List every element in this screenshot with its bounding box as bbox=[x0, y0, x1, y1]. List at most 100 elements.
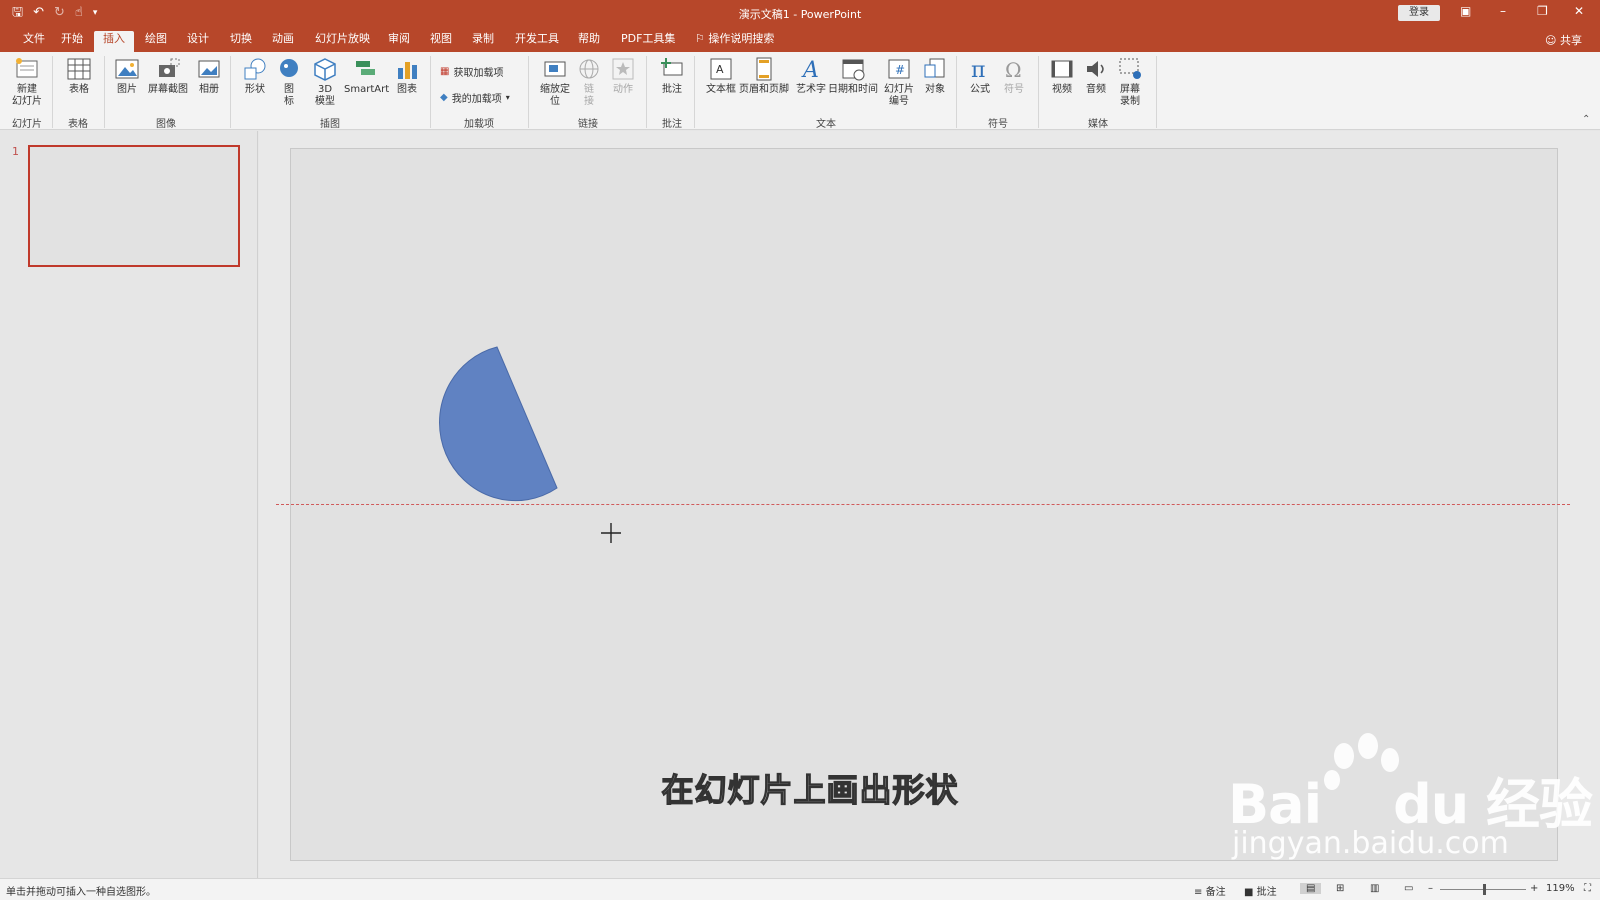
ribbon-tabs: 文件 开始 插入 绘图 设计 切换 动画 幻灯片放映 审阅 视图 录制 开发工具… bbox=[0, 26, 1600, 52]
minimize-icon[interactable]: – bbox=[1500, 4, 1506, 18]
ribbon-insert: 新建 幻灯片 表格 图片 屏幕截图 相册 形状 图 标 3D 模型 SmartA… bbox=[0, 52, 1600, 130]
star-icon bbox=[612, 58, 634, 80]
action-button[interactable]: 动作 bbox=[608, 56, 638, 96]
group-separator bbox=[646, 56, 647, 128]
header-footer-button[interactable]: 页眉和页脚 bbox=[738, 56, 790, 96]
normal-view-icon[interactable]: ▤ bbox=[1300, 883, 1322, 894]
chart-icon bbox=[398, 62, 417, 79]
picture-icon bbox=[115, 59, 139, 79]
group-label-symbols: 符号 bbox=[988, 119, 1008, 130]
zoom-in-icon[interactable]: + bbox=[1530, 883, 1538, 894]
tab-pdf-tools[interactable]: PDF工具集 bbox=[612, 31, 684, 52]
speaker-icon bbox=[1087, 61, 1104, 77]
tab-animations[interactable]: 动画 bbox=[263, 31, 303, 52]
status-bar: 单击并拖动可插入一种自选图形。 ≡ 备注 ■ 批注 ▤ ⊞ ▥ ▭ – + 11… bbox=[0, 878, 1600, 900]
svg-text:A: A bbox=[716, 63, 724, 76]
textbox-icon: A bbox=[710, 58, 732, 80]
3d-model-button[interactable]: 3D 模型 bbox=[310, 56, 340, 108]
icons-icon bbox=[280, 59, 298, 77]
slideshow-icon[interactable]: ▭ bbox=[1404, 883, 1413, 894]
get-addins-button[interactable]: ▦ 获取加载项 bbox=[440, 64, 503, 79]
tab-record[interactable]: 录制 bbox=[463, 31, 503, 52]
zoom-level[interactable]: 119% bbox=[1546, 883, 1575, 894]
cube-icon bbox=[314, 58, 336, 81]
video-button[interactable]: 视频 bbox=[1048, 56, 1076, 96]
album-button[interactable]: 相册 bbox=[194, 56, 224, 96]
collapse-ribbon-icon[interactable]: ⌃ bbox=[1582, 114, 1590, 125]
close-icon[interactable]: ✕ bbox=[1574, 4, 1584, 18]
reading-view-icon[interactable]: ▥ bbox=[1370, 883, 1379, 894]
datetime-button[interactable]: 日期和时间 bbox=[828, 56, 878, 96]
group-label-tables: 表格 bbox=[68, 119, 88, 130]
new-slide-icon bbox=[16, 58, 38, 78]
tab-review[interactable]: 审阅 bbox=[379, 31, 419, 52]
zoom-out-icon[interactable]: – bbox=[1428, 883, 1433, 894]
equation-button[interactable]: π 公式 bbox=[966, 56, 994, 96]
lightbulb-icon: ⚐ bbox=[695, 32, 705, 45]
tab-insert[interactable]: 插入 bbox=[94, 31, 134, 52]
chart-button[interactable]: 图表 bbox=[392, 56, 422, 96]
share-button[interactable]: ☺ 共享 bbox=[1545, 32, 1582, 48]
tab-transitions[interactable]: 切换 bbox=[221, 31, 261, 52]
screen-recording-button[interactable]: 屏幕 录制 bbox=[1114, 56, 1146, 108]
notes-button[interactable]: ≡ 备注 bbox=[1194, 883, 1226, 898]
calendar-icon bbox=[842, 59, 865, 81]
audio-button[interactable]: 音频 bbox=[1082, 56, 1110, 96]
zoom-button[interactable]: 缩放定 位 bbox=[536, 56, 574, 108]
tab-help[interactable]: 帮助 bbox=[569, 31, 609, 52]
symbol-button[interactable]: Ω 符号 bbox=[1000, 56, 1028, 96]
svg-text:#: # bbox=[895, 63, 905, 77]
group-label-slides: 幻灯片 bbox=[12, 119, 42, 130]
picture-button[interactable]: 图片 bbox=[112, 56, 142, 96]
title-bar: 🖫 ↶ ↻ ☝ ▾ 演示文稿1 - PowerPoint 登录 ▣ – ❐ ✕ bbox=[0, 0, 1600, 26]
fit-to-window-icon[interactable]: ⛶ bbox=[1584, 883, 1591, 894]
tell-me-search[interactable]: ⚐ 操作说明搜索 bbox=[686, 31, 783, 52]
icons-button[interactable]: 图 标 bbox=[276, 56, 302, 108]
group-separator bbox=[230, 56, 231, 128]
ribbon-display-icon[interactable]: ▣ bbox=[1460, 4, 1471, 18]
drawn-shape[interactable] bbox=[400, 345, 562, 507]
tab-home[interactable]: 开始 bbox=[52, 31, 92, 52]
tab-view[interactable]: 视图 bbox=[421, 31, 461, 52]
table-button[interactable]: 表格 bbox=[62, 56, 96, 96]
tab-file[interactable]: 文件 bbox=[14, 31, 54, 52]
object-button[interactable]: 对象 bbox=[920, 56, 950, 96]
login-button[interactable]: 登录 bbox=[1398, 5, 1440, 21]
slide-caption: 在幻灯片上画出形状 bbox=[661, 770, 959, 809]
omega-icon: Ω bbox=[1005, 58, 1022, 82]
person-icon: ☺ bbox=[1545, 34, 1557, 47]
comment-button[interactable]: 批注 bbox=[658, 56, 686, 96]
comment-icon: ■ bbox=[1244, 887, 1254, 898]
shapes-button[interactable]: 形状 bbox=[240, 56, 270, 96]
comments-button[interactable]: ■ 批注 bbox=[1244, 883, 1277, 898]
group-label-illustrations: 插图 bbox=[320, 119, 340, 130]
smartart-button[interactable]: SmartArt bbox=[344, 56, 389, 96]
group-label-media: 媒体 bbox=[1088, 119, 1108, 130]
screenshot-button[interactable]: 屏幕截图 bbox=[146, 56, 190, 96]
new-slide-button[interactable]: 新建 幻灯片 bbox=[6, 56, 48, 108]
group-separator bbox=[430, 56, 431, 128]
object-icon bbox=[924, 58, 945, 78]
table-icon bbox=[67, 58, 91, 80]
zoom-icon bbox=[544, 61, 566, 77]
slide-thumbnail[interactable] bbox=[28, 145, 240, 267]
album-icon bbox=[198, 60, 220, 78]
my-addins-button[interactable]: ◆ 我的加载项 ▾ bbox=[440, 90, 510, 105]
globe-icon bbox=[579, 59, 599, 79]
status-message: 单击并拖动可插入一种自选图形。 bbox=[6, 887, 156, 898]
crosshair-cursor-icon bbox=[601, 523, 621, 543]
slide-thumbnail-pane: 1 bbox=[0, 131, 258, 878]
slide-sorter-icon[interactable]: ⊞ bbox=[1336, 883, 1344, 894]
tab-developer[interactable]: 开发工具 bbox=[506, 31, 568, 52]
restore-icon[interactable]: ❐ bbox=[1537, 4, 1548, 18]
tab-slideshow[interactable]: 幻灯片放映 bbox=[306, 31, 379, 52]
tab-design[interactable]: 设计 bbox=[178, 31, 218, 52]
textbox-button[interactable]: A 文本框 bbox=[704, 56, 738, 96]
store-icon: ▦ bbox=[440, 66, 450, 77]
tab-draw[interactable]: 绘图 bbox=[136, 31, 176, 52]
slide-number-button[interactable]: # 幻灯片 编号 bbox=[880, 56, 918, 108]
link-button[interactable]: 链 接 bbox=[576, 56, 602, 108]
wordart-button[interactable]: A 艺术字 bbox=[794, 56, 828, 96]
zoom-slider-thumb[interactable] bbox=[1483, 884, 1486, 895]
group-separator bbox=[52, 56, 53, 128]
